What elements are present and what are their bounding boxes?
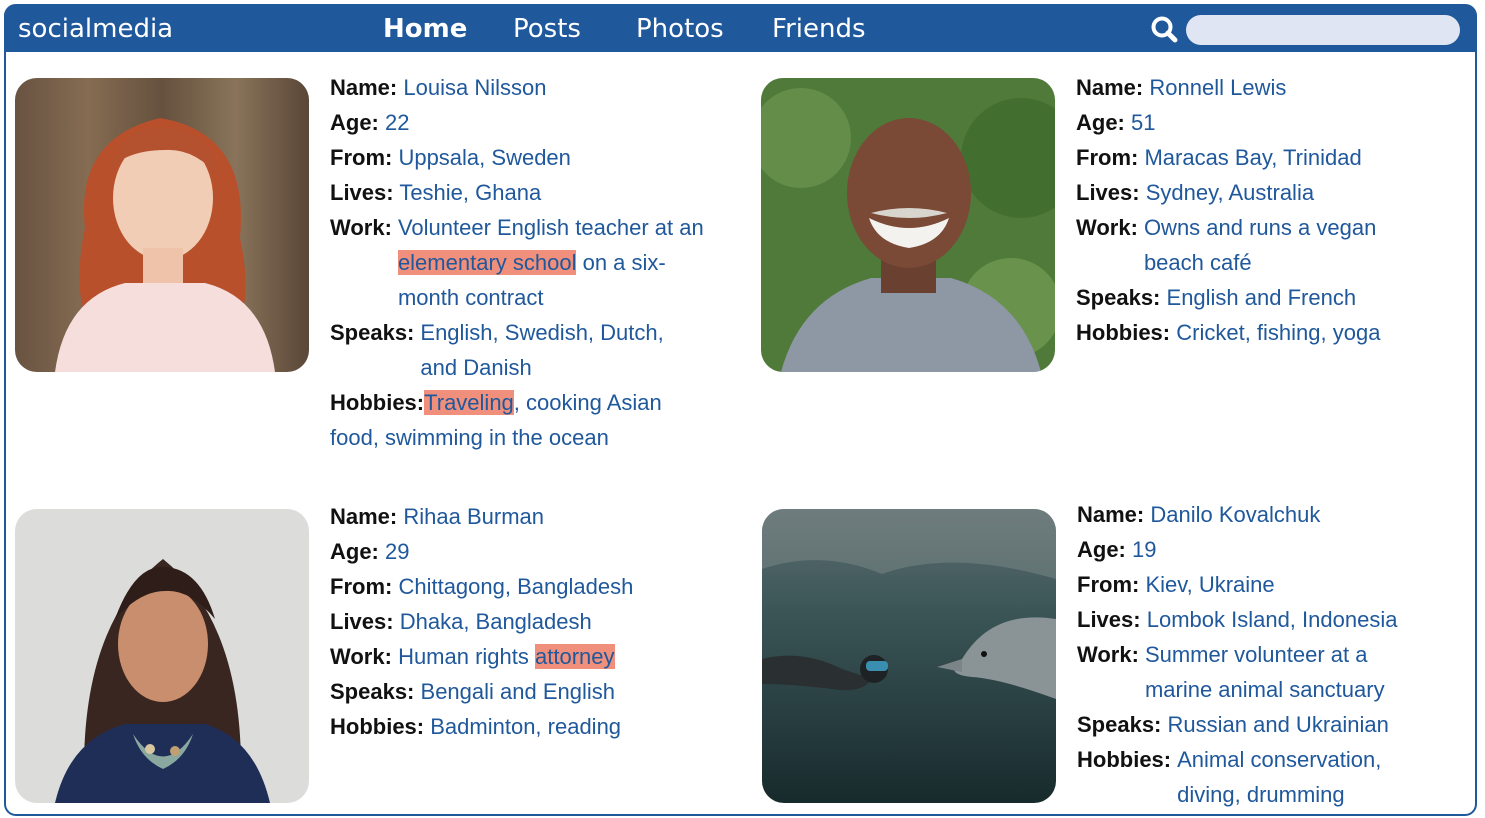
from-label: From: <box>330 145 393 170</box>
profile-photo-rihaa[interactable] <box>15 509 309 803</box>
from-value: Chittagong, Bangladesh <box>398 574 634 599</box>
age-label: Age: <box>1077 537 1126 562</box>
from-value: Kiev, Ukraine <box>1145 572 1275 597</box>
profile-info-louisa: Name: Louisa Nilsson Age: 22 From: Uppsa… <box>330 70 730 455</box>
speaks-value: Russian and Ukrainian <box>1167 712 1389 737</box>
work-label: Work: <box>330 644 392 669</box>
profile-info-danilo: Name: Danilo Kovalchuk Age: 19 From: Kie… <box>1077 497 1457 812</box>
brand-logo[interactable]: socialmedia <box>18 14 173 44</box>
lives-label: Lives: <box>1076 180 1140 205</box>
lives-label: Lives: <box>330 609 394 634</box>
hobbies-label: Hobbies: <box>330 390 425 415</box>
profile-photo-ronnell[interactable] <box>761 78 1055 372</box>
highlight-attorney: attorney <box>535 644 615 669</box>
work-label: Work: <box>1076 215 1138 240</box>
age-value: 22 <box>385 110 410 135</box>
highlight-elementary-school: elementary school <box>397 250 577 275</box>
lives-value: Teshie, Ghana <box>399 180 542 205</box>
work-text: Volunteer English teacher at an <box>397 215 704 240</box>
age-value: 51 <box>1131 110 1156 135</box>
name-label: Name: <box>1077 502 1145 527</box>
search-icon[interactable] <box>1148 14 1182 44</box>
name-value: Louisa Nilsson <box>403 75 547 100</box>
lives-label: Lives: <box>1077 607 1141 632</box>
work-value: Owns and runs a vegan beach café <box>1143 215 1377 275</box>
lives-value: Lombok Island, Indonesia <box>1146 607 1398 632</box>
name-label: Name: <box>330 504 398 529</box>
age-label: Age: <box>330 539 379 564</box>
nav-posts[interactable]: Posts <box>513 14 581 44</box>
profile-photo-louisa[interactable] <box>15 78 309 372</box>
work-value: Volunteer English teacher at an elementa… <box>392 210 708 315</box>
name-value: Danilo Kovalchuk <box>1150 502 1321 527</box>
from-label: From: <box>330 574 393 599</box>
work-label: Work: <box>1077 642 1139 667</box>
search-input[interactable] <box>1186 15 1460 45</box>
from-label: From: <box>1077 572 1140 597</box>
speaks-value: Bengali and English <box>420 679 615 704</box>
speaks-label: Speaks: <box>1077 712 1162 737</box>
age-label: Age: <box>330 110 379 135</box>
lives-label: Lives: <box>330 180 394 205</box>
hobbies-label: Hobbies: <box>1077 747 1172 772</box>
hobbies-label: Hobbies: <box>1076 320 1171 345</box>
speaks-label: Speaks: <box>1076 285 1161 310</box>
lives-value: Dhaka, Bangladesh <box>399 609 592 634</box>
work-value: Human rights <box>398 644 536 669</box>
hobbies-value: Cricket, fishing, yoga <box>1176 320 1381 345</box>
speaks-label: Speaks: <box>330 679 415 704</box>
speaks-label: Speaks: <box>330 320 415 345</box>
profile-info-ronnell: Name: Ronnell Lewis Age: 51 From: Maraca… <box>1076 70 1456 350</box>
nav-home[interactable]: Home <box>383 14 467 44</box>
hobbies-label: Hobbies: <box>330 714 425 739</box>
highlight-traveling: Traveling <box>424 390 514 415</box>
work-value: Summer volunteer at a marine animal sanc… <box>1144 642 1385 702</box>
top-navbar: socialmedia Home Posts Photos Friends <box>4 4 1477 52</box>
from-label: From: <box>1076 145 1139 170</box>
age-value: 29 <box>385 539 410 564</box>
hobbies-value: Animal conservation, diving, drumming <box>1177 747 1382 807</box>
work-label: Work: <box>330 215 392 240</box>
speaks-value: English and French <box>1166 285 1357 310</box>
name-label: Name: <box>330 75 398 100</box>
hobbies-value: Badminton, reading <box>430 714 622 739</box>
profile-info-rihaa: Name: Rihaa Burman Age: 29 From: Chittag… <box>330 499 730 744</box>
name-label: Name: <box>1076 75 1144 100</box>
age-value: 19 <box>1132 537 1157 562</box>
name-value: Ronnell Lewis <box>1149 75 1287 100</box>
age-label: Age: <box>1076 110 1125 135</box>
name-value: Rihaa Burman <box>403 504 545 529</box>
from-value: Maracas Bay, Trinidad <box>1144 145 1362 170</box>
speaks-value: English, Swedish, Dutch, and Danish <box>420 320 664 380</box>
nav-friends[interactable]: Friends <box>772 14 866 44</box>
lives-value: Sydney, Australia <box>1145 180 1315 205</box>
profile-photo-danilo[interactable] <box>762 509 1056 803</box>
from-value: Uppsala, Sweden <box>398 145 571 170</box>
nav-photos[interactable]: Photos <box>636 14 724 44</box>
